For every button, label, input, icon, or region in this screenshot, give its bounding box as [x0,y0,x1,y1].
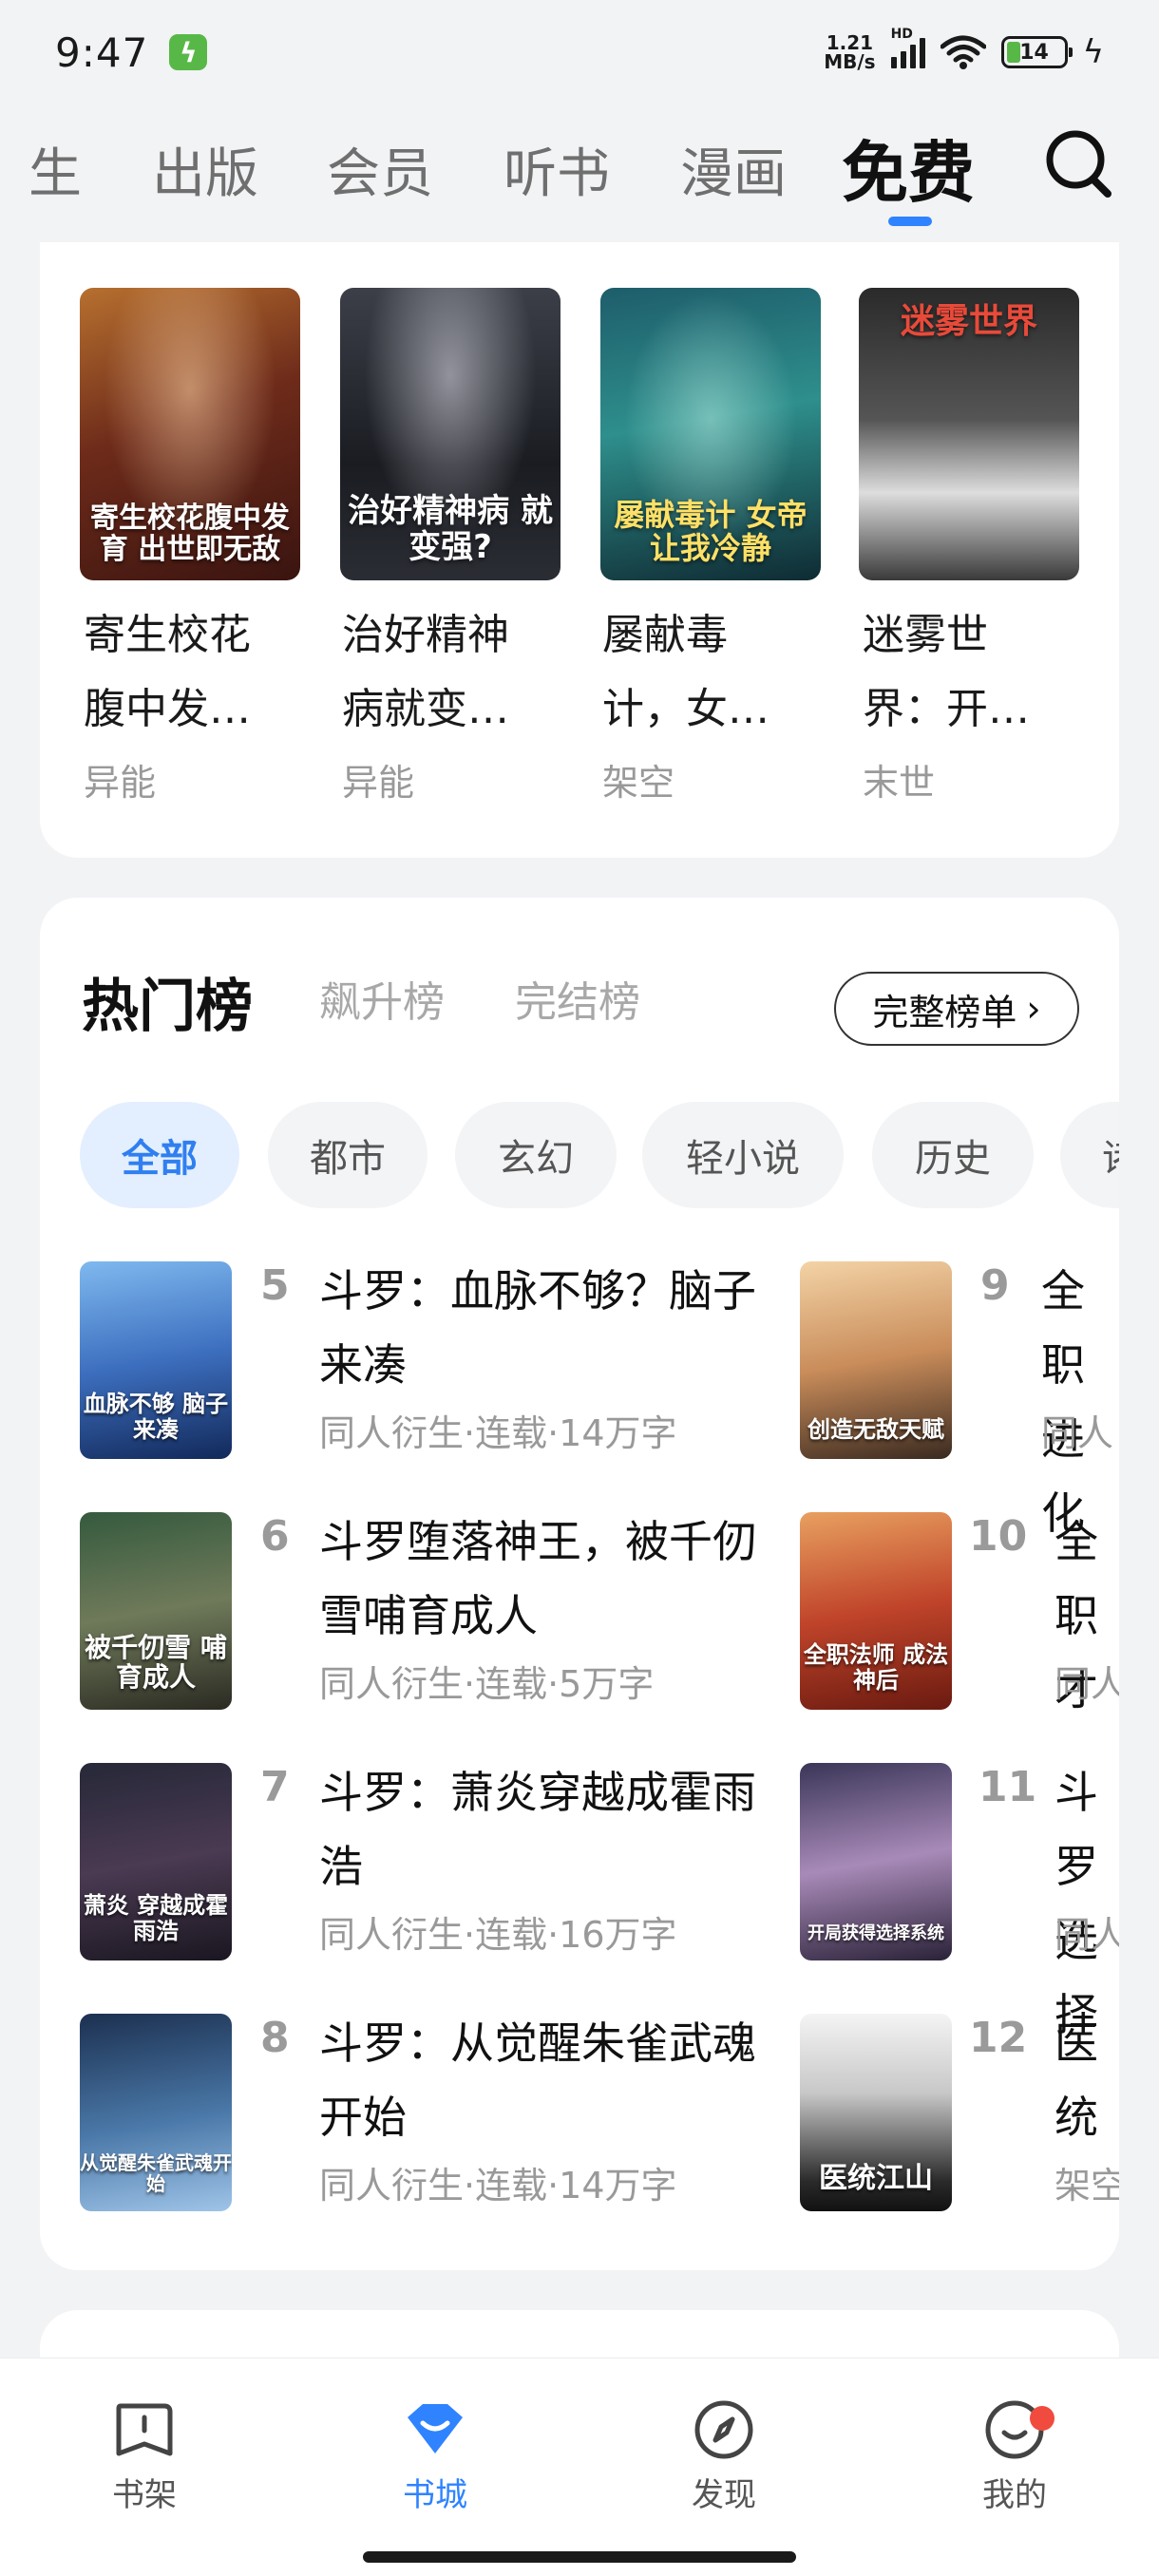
rank-list-item[interactable]: 全职法师 成法神后 10 全职才 同人 [800,1512,1119,1721]
rank-book-title: 医统 [1054,2017,1098,2143]
rank-book-meta: 同人衍生·连载·14万字 [319,1412,677,1454]
bottom-navigation: 书架 书城 发现 我的 [0,2358,1159,2576]
battery-icon: 14 [1000,36,1073,68]
book-cover: 创造无敌天赋 [800,1261,952,1459]
book-cover[interactable]: 屡献毒计 女帝让我冷静 [600,288,821,580]
chip-urban[interactable]: 都市 [268,1102,428,1208]
rank-number: 9 [980,1261,1010,1310]
rank-number: 10 [969,1512,1028,1561]
rank-book-title: 斗罗堕落神王，被千仞雪哺育成人 [319,1516,756,1641]
chevron-right-icon: › [1026,988,1041,1030]
rank-list-item[interactable]: 从觉醒朱雀武魂开始 8 斗罗：从觉醒朱雀武魂开始 同人衍生·连载·14万字 [80,2014,802,2223]
book-title[interactable]: 治好精神 病就变… [342,598,509,747]
book-cover[interactable]: 治好精神病 就变强? [340,288,560,580]
rank-book-meta: 同人 [1054,1663,1119,1705]
nav-tab-member[interactable]: 会员 [327,131,433,208]
category-nav: 生 出版 会员 听书 漫画 免费 [0,114,1159,247]
book-cover: 血脉不够 脑子来凑 [80,1261,232,1459]
chip-fantasy[interactable]: 玄幻 [455,1102,617,1208]
recommend-card: 寄生校花腹中发育 出世即无敌 寄生校花 腹中发… 异能 治好精神病 就变强? 治… [40,242,1119,858]
rank-book-meta: 同人衍生·连载·14万字 [319,2165,677,2207]
book-cover: 全职法师 成法神后 [800,1512,952,1710]
rank-tab-finished[interactable]: 完结榜 [515,968,640,1029]
rank-book-meta: 同人 [1041,1412,1114,1454]
rank-number: 12 [969,2014,1028,2062]
rank-list-item[interactable]: 医统江山 12 医统 架空 [800,2014,1119,2223]
nav-tab-partial[interactable]: 生 [28,131,82,208]
bookshelf-icon [116,2403,173,2456]
rank-list-item[interactable]: 创造无敌天赋 9 全职进化 同人 [800,1261,1119,1539]
rank-number: 7 [260,1763,290,1811]
rank-number: 5 [260,1261,290,1310]
book-cover: 萧炎 穿越成霍雨浩 [80,1763,232,1960]
rank-book-title: 斗罗：从觉醒朱雀武魂开始 [319,2017,756,2143]
nav-tab-publish[interactable]: 出版 [152,131,258,208]
rank-list-item[interactable]: 萧炎 穿越成霍雨浩 7 斗罗：萧炎穿越成霍雨浩 同人衍生·连载·16万字 [80,1763,802,1972]
search-icon[interactable] [1043,125,1115,201]
bookstore-icon [408,2404,463,2453]
rank-book-meta: 架空 [1054,2165,1119,2207]
rank-list-item[interactable]: 开局获得选择系统 11 斗罗选择 同人 [800,1763,1119,2040]
nav-tab-audiobook[interactable]: 听书 [504,131,610,208]
wifi-icon [940,35,986,69]
notification-dot [1030,2406,1054,2431]
book-cover[interactable]: 寄生校花腹中发育 出世即无敌 [80,288,300,580]
rank-book-meta: 同人衍生·连载·5万字 [319,1663,655,1705]
book-cover: 开局获得选择系统 [800,1763,952,1960]
rank-tab-hot[interactable]: 热门榜 [82,960,253,1043]
rank-number: 6 [260,1512,290,1561]
book-genre: 异能 [84,762,157,804]
book-genre: 末世 [863,762,936,804]
rank-number: 8 [260,2014,290,2062]
charging-icon: ϟ [169,34,208,70]
chip-light-novel[interactable]: 轻小说 [642,1102,844,1208]
book-cover: 从觉醒朱雀武魂开始 [80,2014,232,2211]
tab-discover[interactable]: 发现 [648,2396,800,2515]
book-title[interactable]: 寄生校花 腹中发… [84,598,251,747]
book-title[interactable]: 迷雾世 界：开… [863,598,1030,747]
book-genre: 异能 [342,762,415,804]
status-bar: 9:47 ϟ 1.21 MB/s HD 14 ϟ [0,0,1159,104]
compass-icon [694,2400,753,2459]
tab-bookstore[interactable]: 书城 [359,2396,511,2515]
rank-book-title: 斗罗：萧炎穿越成霍雨浩 [319,1767,756,1892]
rank-book-title: 斗罗：血脉不够？脑子来凑 [319,1265,756,1391]
tab-profile[interactable]: 我的 [939,2396,1091,2515]
network-speed: 1.21 MB/s [824,31,876,73]
rank-book-meta: 同人 [1054,1914,1119,1956]
chip-more[interactable]: 诸 [1060,1102,1119,1208]
book-cover[interactable]: 迷雾世界 [859,288,1079,580]
charging-bolt-icon: ϟ [1082,33,1104,71]
nav-tab-comics[interactable]: 漫画 [680,131,787,208]
home-indicator[interactable] [363,2551,796,2563]
rank-number: 11 [978,1763,1037,1811]
active-tab-indicator [888,217,932,226]
rank-book-meta: 同人衍生·连载·16万字 [319,1914,677,1956]
chip-history[interactable]: 历史 [872,1102,1034,1208]
cell-signal-icon: HD [890,27,925,68]
rank-list-item[interactable]: 被千仞雪 哺育成人 6 斗罗堕落神王，被千仞雪哺育成人 同人衍生·连载·5万字 [80,1512,802,1721]
nav-tab-free[interactable]: 免费 [842,120,975,216]
book-genre: 架空 [602,762,675,804]
chip-all[interactable]: 全部 [80,1102,239,1208]
book-cover: 被千仞雪 哺育成人 [80,1512,232,1710]
hot-rank-card: 热门榜 飙升榜 完结榜 完整榜单 › 全部 都市 玄幻 轻小说 历史 诸 血脉不… [40,898,1119,2270]
rank-list-item[interactable]: 血脉不够 脑子来凑 5 斗罗：血脉不够？脑子来凑 同人衍生·连载·14万字 [80,1261,802,1470]
rank-tab-rising[interactable]: 飙升榜 [319,968,445,1029]
full-rank-button[interactable]: 完整榜单 › [834,972,1079,1046]
tab-bookshelf[interactable]: 书架 [68,2396,220,2515]
book-cover: 医统江山 [800,2014,952,2211]
status-time: 9:47 [55,28,149,76]
book-title[interactable]: 屡献毒 计，女… [602,598,770,747]
